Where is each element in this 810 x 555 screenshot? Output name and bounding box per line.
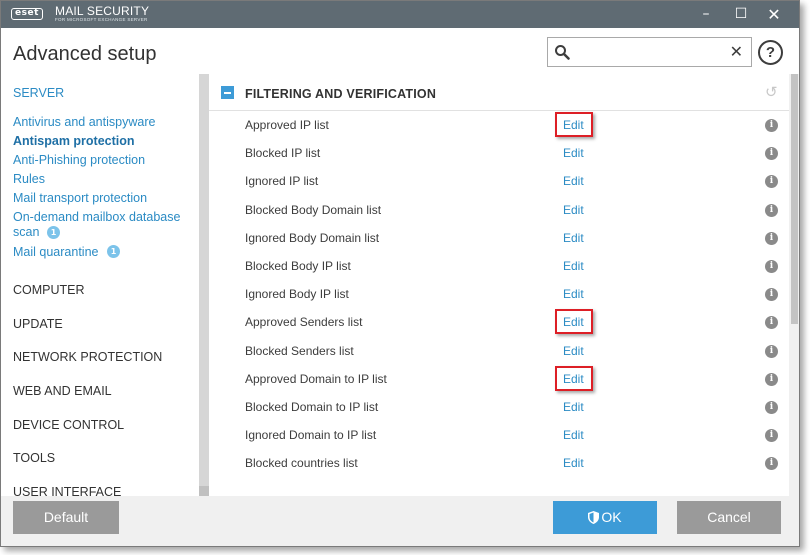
product-subtitle: FOR MICROSOFT EXCHANGE SERVER	[55, 17, 148, 22]
edit-link[interactable]: Edit	[563, 456, 584, 470]
setting-label: Ignored Body IP list	[245, 287, 349, 302]
revert-icon[interactable]: ↺	[765, 85, 778, 100]
shield-icon	[588, 511, 600, 524]
advanced-setup-window: eset MAIL SECURITY FOR MICROSOFT EXCHANG…	[0, 0, 800, 547]
sidebar-section-web-email[interactable]: WEB AND EMAIL	[13, 384, 112, 398]
sidebar-item-antivirus[interactable]: Antivirus and antispyware	[13, 115, 155, 129]
sidebar-item-anti-phishing[interactable]: Anti-Phishing protection	[13, 153, 145, 167]
setting-row: Ignored Body IP list Edit i	[209, 280, 789, 308]
edit-link[interactable]: Edit	[563, 203, 584, 217]
sidebar-item-server[interactable]: SERVER	[13, 86, 64, 100]
maximize-button[interactable]: ☐	[726, 1, 756, 28]
info-icon[interactable]: i	[765, 316, 778, 330]
setting-row: Ignored Domain to IP list Edit i	[209, 421, 789, 449]
edit-link[interactable]: Edit	[563, 344, 584, 358]
product-name: MAIL SECURITY	[55, 4, 150, 18]
edit-link[interactable]: Edit	[563, 118, 584, 132]
info-icon[interactable]: i	[765, 231, 778, 245]
minimize-button[interactable]: –	[691, 1, 721, 28]
setting-row: Blocked IP list Edit i	[209, 139, 789, 167]
cancel-button[interactable]: Cancel	[677, 501, 781, 534]
sidebar-item-on-demand-scan-cont[interactable]: scan	[13, 225, 39, 239]
sidebar-section-device-control[interactable]: DEVICE CONTROL	[13, 418, 124, 432]
sidebar-item-mail-transport[interactable]: Mail transport protection	[13, 191, 147, 205]
sidebar-item-rules[interactable]: Rules	[13, 172, 45, 186]
setting-row: Blocked Senders list Edit i	[209, 337, 789, 365]
setting-label: Approved Senders list	[245, 315, 363, 330]
search-icon	[555, 45, 570, 60]
eset-logo: eset	[11, 8, 43, 20]
edit-link[interactable]: Edit	[563, 259, 584, 273]
edit-link[interactable]: Edit	[563, 174, 584, 188]
sidebar-item-on-demand-scan[interactable]: On-demand mailbox database	[13, 210, 180, 224]
setting-label: Approved IP list	[245, 118, 329, 132]
setting-label: Blocked IP list	[245, 146, 321, 161]
page-title: Advanced setup	[13, 43, 157, 65]
setting-row: Blocked Body IP list Edit i	[209, 252, 789, 280]
sidebar-section-user-interface[interactable]: USER INTERFACE	[13, 485, 121, 496]
setting-row: Blocked countries list Edit i	[209, 449, 789, 477]
quarantine-count-badge: 1	[107, 245, 120, 258]
sidebar-section-tools[interactable]: TOOLS	[13, 451, 55, 465]
edit-link[interactable]: Edit	[563, 287, 584, 301]
setting-row: Blocked Domain to IP list Edit i	[209, 393, 789, 421]
title-bar: eset MAIL SECURITY FOR MICROSOFT EXCHANG…	[1, 1, 799, 28]
sidebar: SERVER Antivirus and antispyware Antispa…	[1, 74, 199, 496]
settings-panel: FILTERING AND VERIFICATION ↺ Approved IP…	[209, 74, 789, 496]
close-window-button[interactable]: ✕	[759, 1, 789, 28]
info-icon[interactable]: i	[765, 288, 778, 302]
info-icon[interactable]: i	[765, 119, 778, 132]
clear-search-icon[interactable]: ✕	[730, 42, 743, 62]
sidebar-splitter[interactable]	[199, 74, 209, 496]
setting-row: Approved Domain to IP list Edit i	[209, 365, 789, 393]
setting-label: Ignored IP list	[245, 174, 319, 189]
setting-row: Blocked Body Domain list Edit i	[209, 196, 789, 224]
setting-row: Ignored Body Domain list Edit i	[209, 224, 789, 252]
sidebar-section-network[interactable]: NETWORK PROTECTION	[13, 350, 162, 364]
edit-link[interactable]: Edit	[563, 231, 584, 245]
help-button[interactable]: ?	[758, 40, 783, 65]
info-icon[interactable]: i	[765, 429, 778, 443]
scrollbar-thumb[interactable]	[791, 74, 798, 324]
collapse-section-icon[interactable]	[221, 86, 234, 99]
sidebar-section-computer[interactable]: COMPUTER	[13, 283, 85, 297]
setting-row: Approved IP list Edit i	[209, 111, 789, 139]
sidebar-item-antispam[interactable]: Antispam protection	[13, 134, 135, 148]
info-icon[interactable]: i	[765, 203, 778, 217]
info-icon[interactable]: i	[765, 260, 778, 273]
info-icon[interactable]: i	[765, 457, 778, 471]
setting-label: Blocked countries list	[245, 456, 358, 471]
edit-link[interactable]: Edit	[563, 400, 584, 414]
section-header: FILTERING AND VERIFICATION ↺	[209, 74, 789, 111]
section-title: FILTERING AND VERIFICATION	[245, 87, 437, 101]
edit-link[interactable]: Edit	[563, 315, 584, 329]
sidebar-splitter-handle[interactable]	[199, 486, 209, 496]
setting-label: Blocked Domain to IP list	[245, 400, 379, 414]
info-icon[interactable]: i	[765, 401, 778, 414]
sidebar-section-update[interactable]: UPDATE	[13, 317, 63, 331]
setting-label: Ignored Body Domain list	[245, 230, 380, 245]
info-icon[interactable]: i	[765, 175, 778, 189]
info-icon[interactable]: i	[765, 147, 778, 161]
setting-label: Blocked Body IP list	[245, 259, 351, 273]
setting-label: Ignored Domain to IP list	[245, 428, 377, 443]
search-input[interactable]: ✕	[547, 37, 752, 67]
setting-label: Blocked Body Domain list	[245, 202, 382, 217]
edit-link[interactable]: Edit	[563, 146, 584, 160]
sidebar-item-mail-quarantine[interactable]: Mail quarantine	[13, 245, 98, 259]
footer: Default OK Cancel	[1, 496, 799, 546]
ok-button[interactable]: OK	[553, 501, 657, 534]
setting-row: Approved Senders list Edit i	[209, 308, 789, 336]
edit-link[interactable]: Edit	[563, 372, 584, 386]
setting-row: Ignored IP list Edit i	[209, 167, 789, 195]
scan-count-badge: 1	[47, 226, 60, 239]
setting-label: Blocked Senders list	[245, 343, 354, 358]
edit-link[interactable]: Edit	[563, 428, 584, 442]
setting-label: Approved Domain to IP list	[245, 371, 387, 386]
default-button[interactable]: Default	[13, 501, 119, 534]
info-icon[interactable]: i	[765, 344, 778, 358]
info-icon[interactable]: i	[765, 372, 778, 386]
ok-button-label: OK	[601, 509, 622, 525]
